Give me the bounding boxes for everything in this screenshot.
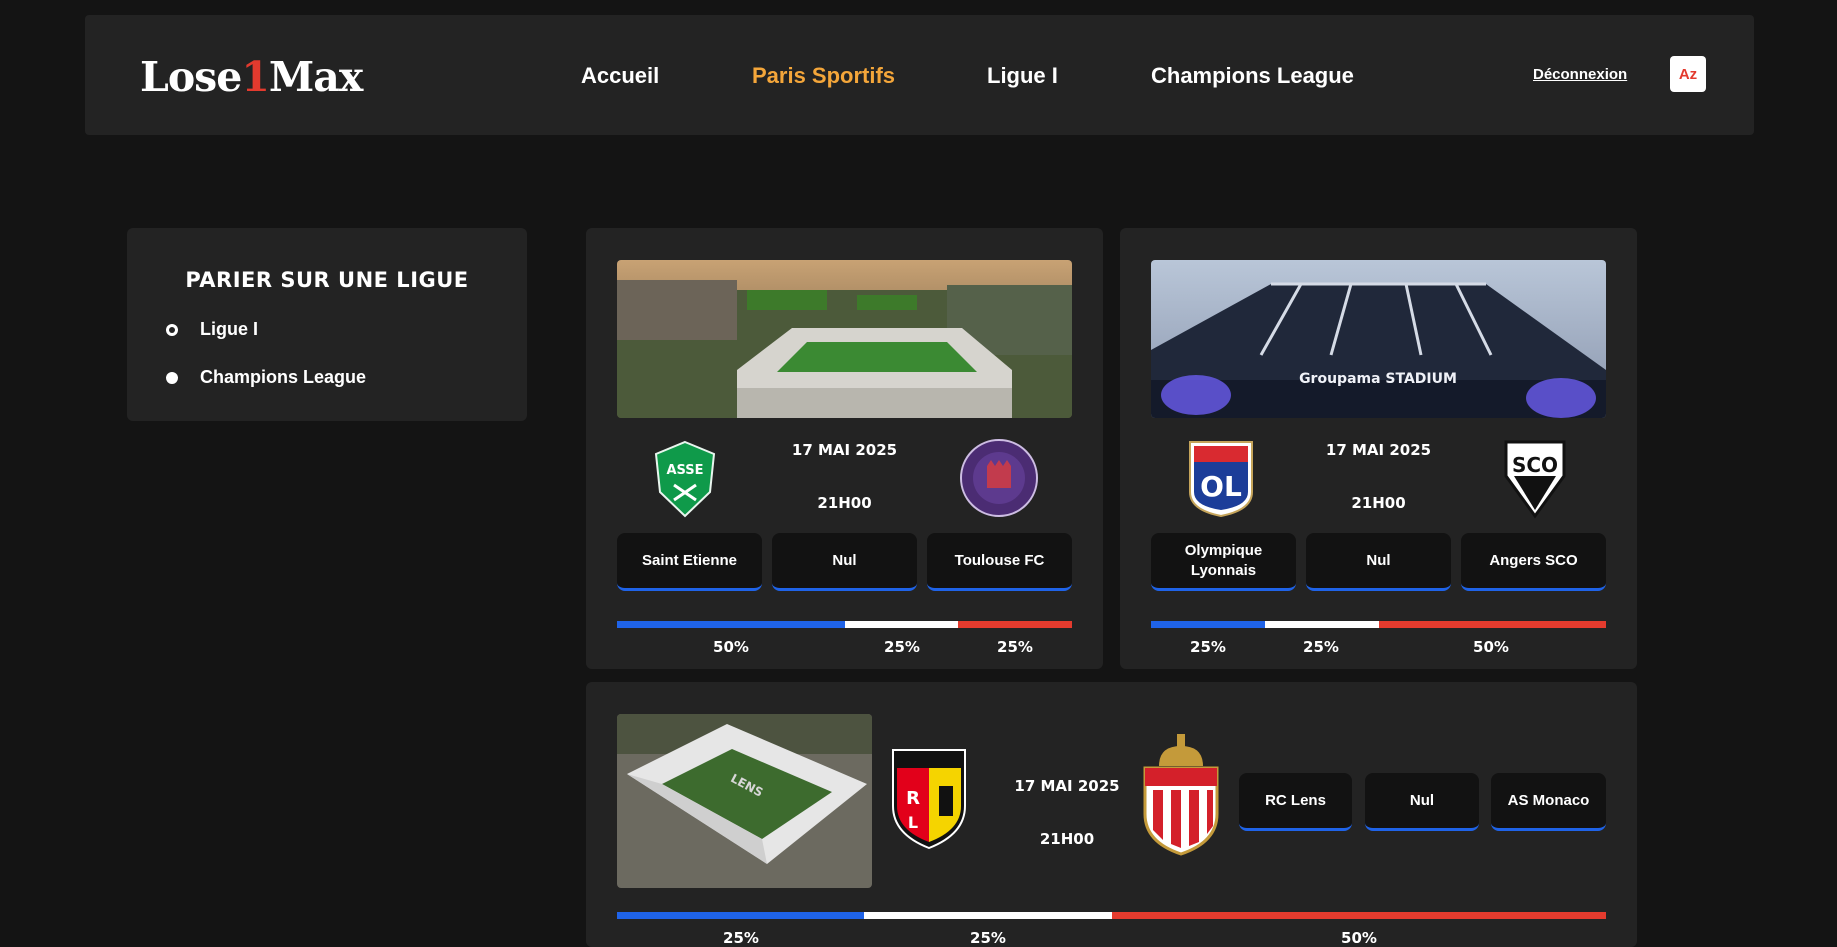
odds-bar-draw — [844, 621, 959, 628]
toulouse-crest-icon — [959, 438, 1039, 523]
match-time: 21h00 — [817, 494, 872, 512]
site-logo[interactable]: Lose1Max — [140, 53, 363, 101]
nav-champions-league[interactable]: Champions League — [1151, 63, 1354, 89]
odds-bar-away — [1378, 621, 1606, 628]
bet-away-button[interactable]: Angers SCO — [1461, 533, 1606, 591]
odds-away-percent: 50% — [1473, 638, 1509, 656]
league-filter-panel: Parier sur une ligue Ligue I Champions L… — [127, 228, 527, 421]
bet-away-button[interactable]: Toulouse FC — [927, 533, 1072, 591]
odds-draw-percent: 25% — [1303, 638, 1339, 656]
bet-home-button[interactable]: RC Lens — [1239, 773, 1352, 831]
odds-draw-percent: 25% — [884, 638, 920, 656]
odds-bar-away — [958, 621, 1072, 628]
radio-unselected-icon[interactable] — [166, 371, 178, 384]
monaco-crest-icon — [1139, 732, 1223, 861]
bet-home-button[interactable]: Saint Etienne — [617, 533, 762, 591]
league-option-champions-league[interactable]: Champions League — [166, 367, 366, 388]
match-card: LENS RL 17 Mai 2025 21h00 RC Lens Nul AS… — [586, 682, 1637, 947]
odds-bar — [1151, 621, 1606, 628]
match-card: ASSE 17 Mai 2025 21h00 Saint Etienne Nul… — [586, 228, 1103, 669]
league-option-label: Ligue I — [200, 319, 258, 339]
ol-crest-icon: OL — [1186, 438, 1256, 523]
odds-away-percent: 50% — [1341, 929, 1377, 947]
svg-text:R: R — [906, 788, 920, 809]
stadium-photo: LENS — [617, 714, 872, 888]
svg-text:L: L — [908, 813, 918, 832]
sco-crest-icon: SCO — [1500, 436, 1570, 525]
top-navbar: Lose1Max Accueil Paris Sportifs Ligue I … — [85, 15, 1754, 135]
odds-bar — [617, 621, 1072, 628]
nav-ligue-1[interactable]: Ligue I — [987, 63, 1058, 89]
svg-text:OL: OL — [1200, 470, 1242, 503]
match-time: 21h00 — [1351, 494, 1406, 512]
user-avatar[interactable]: Az — [1670, 56, 1706, 92]
rcl-crest-icon: RL — [889, 746, 969, 855]
league-option-ligue-1[interactable]: Ligue I — [166, 319, 258, 340]
odds-home-percent: 25% — [1190, 638, 1226, 656]
odds-bar-away — [1111, 912, 1606, 919]
nav-paris-sportifs[interactable]: Paris Sportifs — [752, 63, 895, 89]
stadium-photo: Groupama STADIUM — [1151, 260, 1606, 418]
odds-away-percent: 25% — [997, 638, 1033, 656]
odds-bar-draw — [1264, 621, 1379, 628]
nav-accueil[interactable]: Accueil — [581, 63, 659, 89]
odds-bar — [617, 912, 1606, 919]
league-option-label: Champions League — [200, 367, 367, 387]
asse-crest-icon: ASSE — [652, 440, 718, 523]
svg-text:SCO: SCO — [1512, 453, 1558, 477]
odds-home-percent: 50% — [713, 638, 749, 656]
league-filter-title: Parier sur une ligue — [185, 268, 469, 292]
odds-home-percent: 25% — [723, 929, 759, 947]
svg-text:ASSE: ASSE — [666, 463, 703, 478]
bet-draw-button[interactable]: Nul — [1365, 773, 1479, 831]
stadium-photo — [617, 260, 1072, 418]
odds-bar-home — [617, 912, 865, 919]
match-date: 17 Mai 2025 — [1325, 441, 1432, 459]
logout-link[interactable]: Déconnexion — [1533, 66, 1627, 83]
odds-bar-home — [1151, 621, 1265, 628]
odds-bar-home — [617, 621, 845, 628]
svg-text:Groupama STADIUM: Groupama STADIUM — [1299, 371, 1457, 387]
match-time: 21h00 — [1039, 830, 1095, 848]
match-date: 17 Mai 2025 — [791, 441, 898, 459]
match-date: 17 Mai 2025 — [1014, 777, 1120, 795]
odds-draw-percent: 25% — [970, 929, 1006, 947]
odds-bar-draw — [864, 912, 1112, 919]
radio-selected-icon[interactable] — [166, 323, 178, 336]
bet-away-button[interactable]: AS Monaco — [1491, 773, 1606, 831]
match-card: Groupama STADIUM OL 17 Mai 2025 21h00 SC… — [1120, 228, 1637, 669]
bet-draw-button[interactable]: Nul — [1306, 533, 1451, 591]
bet-home-button[interactable]: Olympique Lyonnais — [1151, 533, 1296, 591]
bet-draw-button[interactable]: Nul — [772, 533, 917, 591]
